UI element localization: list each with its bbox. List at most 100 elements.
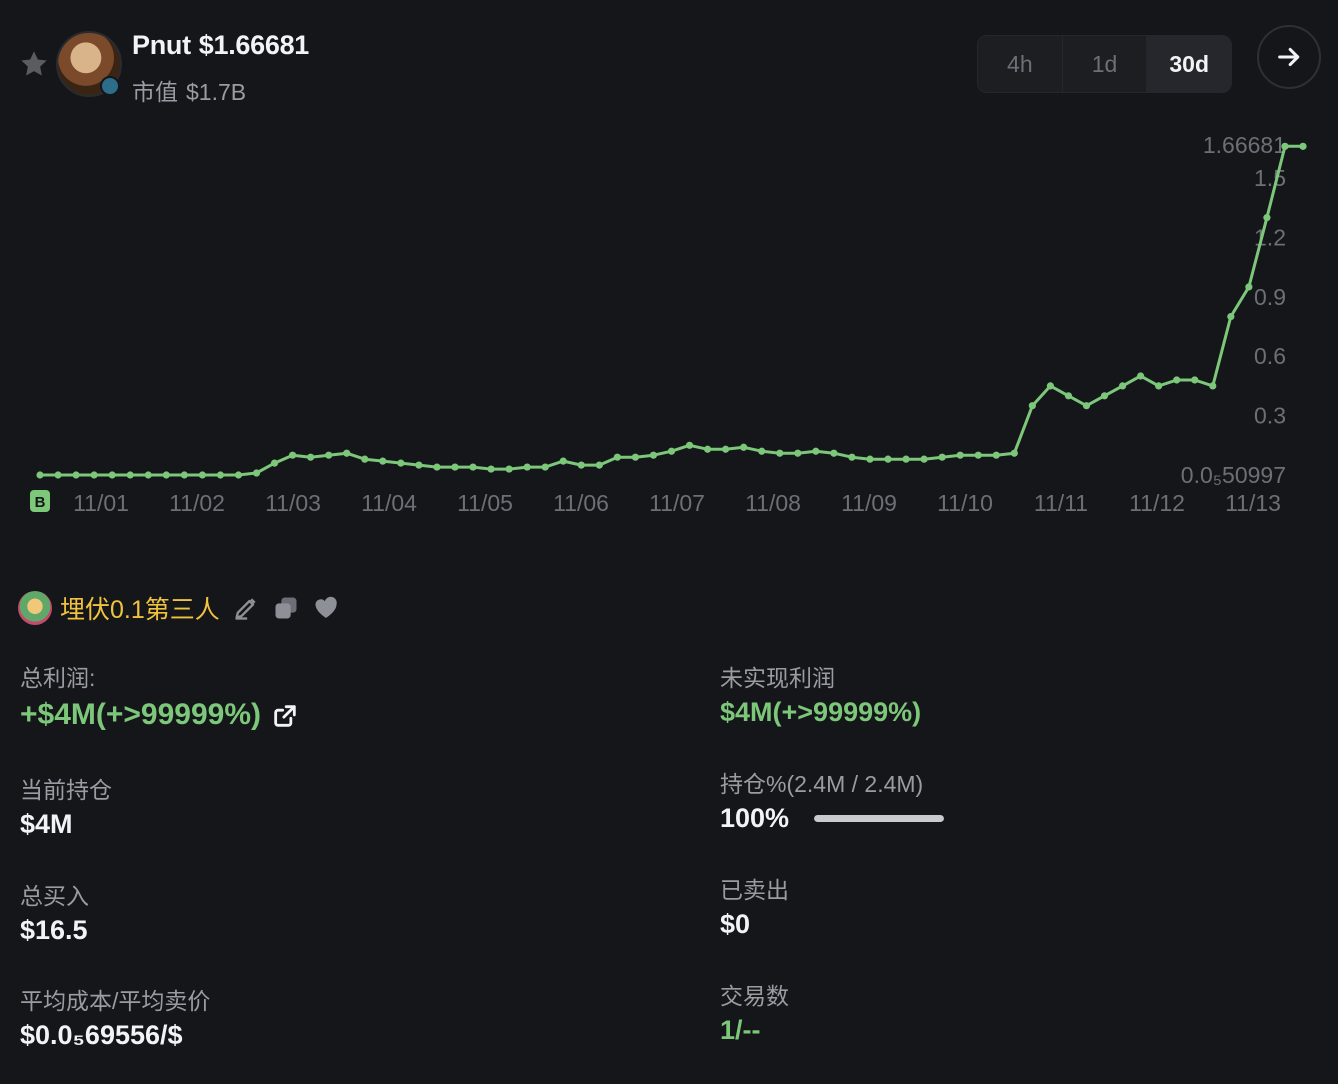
total-pnl-label: 总利润: <box>20 665 96 691</box>
y-tick-label: 1.66681 <box>1203 132 1286 158</box>
price-point <box>613 453 621 461</box>
price-point <box>72 471 80 479</box>
price-point <box>234 471 243 479</box>
price-point <box>1046 382 1054 390</box>
price-point <box>361 455 369 463</box>
price-point <box>758 447 766 455</box>
price-point <box>667 447 676 455</box>
price-point <box>956 451 964 459</box>
buy-marker: B <box>30 490 50 512</box>
wallet-name: 埋伏0.1第三人 <box>60 596 220 624</box>
price-point <box>1263 214 1271 222</box>
tx-count-value: 1/-- <box>720 1015 761 1045</box>
tx-count-label: 交易数 <box>720 983 789 1009</box>
x-tick-label: 11/02 <box>169 490 225 516</box>
price-point <box>469 463 477 471</box>
price-point <box>1281 142 1289 150</box>
unrealized-pnl-value: $4M(+>99999%) <box>720 697 922 727</box>
price-point <box>325 451 333 459</box>
y-tick-label: 0.6 <box>1254 343 1286 369</box>
price-point <box>270 459 279 467</box>
price-point <box>1227 313 1235 321</box>
price-point <box>1118 382 1127 390</box>
price-point <box>812 447 820 455</box>
price-point <box>848 453 856 461</box>
price-point <box>649 451 658 459</box>
copy-icon[interactable] <box>272 594 300 622</box>
x-tick-label: 11/10 <box>937 490 993 516</box>
chain-badge-icon <box>100 76 120 96</box>
sold-label: 已卖出 <box>720 877 789 903</box>
price-point <box>252 469 261 477</box>
price-point <box>884 455 892 463</box>
price-point <box>1209 382 1217 390</box>
tab-4h[interactable]: 4h <box>978 36 1063 92</box>
total-buy-label: 总买入 <box>20 883 89 909</box>
price-point <box>830 449 838 457</box>
price-point <box>144 471 152 479</box>
price-point <box>307 453 315 461</box>
price-chart: 1.666811.51.20.90.60.30.0₅50997 11/01 11/… <box>30 132 1307 516</box>
x-tick-label: 11/12 <box>1129 490 1185 516</box>
price-point <box>902 455 910 463</box>
price-point <box>559 457 567 465</box>
holding-pct-label: 持仓%(2.4M / 2.4M) <box>720 771 924 797</box>
y-tick-label: 0.3 <box>1254 403 1286 429</box>
x-tick-label: 11/08 <box>745 490 801 516</box>
holding-progress-bar <box>814 815 944 822</box>
arrow-right-icon <box>1278 47 1300 67</box>
external-link-icon[interactable] <box>271 702 299 730</box>
favorite-star-icon[interactable] <box>18 48 50 80</box>
price-point <box>451 463 459 471</box>
price-point <box>54 471 62 479</box>
price-point <box>794 449 802 457</box>
price-point <box>397 459 405 467</box>
price-point <box>1245 283 1253 291</box>
edit-icon[interactable] <box>232 594 260 622</box>
x-tick-label: 11/07 <box>649 490 705 516</box>
y-tick-label: 0.0₅50997 <box>1181 462 1286 488</box>
price-point <box>289 451 297 459</box>
price-point <box>1299 142 1307 150</box>
price-series-line <box>40 144 1303 477</box>
open-details-button[interactable] <box>1257 25 1321 89</box>
sold-value: $0 <box>720 909 751 939</box>
price-point <box>523 463 531 471</box>
heart-icon[interactable] <box>312 594 340 622</box>
tab-1d[interactable]: 1d <box>1063 36 1148 92</box>
price-point <box>1064 392 1073 400</box>
price-point <box>1137 372 1145 380</box>
price-point <box>740 443 748 451</box>
total-pnl-amount: +$4M(+>99999%) <box>20 698 261 731</box>
tab-30d[interactable]: 30d <box>1147 36 1231 92</box>
price-point <box>1100 392 1109 400</box>
market-cap-label: 市值 <box>132 79 178 105</box>
price-point <box>415 461 423 469</box>
x-tick-label: 11/03 <box>265 490 321 516</box>
x-tick-label: 11/06 <box>553 490 609 516</box>
price-point <box>505 465 513 473</box>
price-point <box>541 463 549 471</box>
price-point <box>1028 402 1036 410</box>
timeframe-tabs: 4h 1d 30d <box>977 35 1232 93</box>
y-tick-label: 1.5 <box>1254 165 1286 191</box>
holding-pct-value: 100% <box>720 803 790 833</box>
avg-cost-value: $0.0₅69556/$ <box>20 1020 183 1050</box>
price-point <box>1082 402 1091 410</box>
price-point <box>866 455 874 463</box>
price-point <box>126 471 134 479</box>
token-price: $1.66681 <box>198 30 310 60</box>
price-point <box>722 445 730 453</box>
market-cap-value: $1.7B <box>186 79 247 105</box>
total-pnl-value: +$4M(+>99999%) <box>20 698 299 732</box>
price-point <box>36 471 44 479</box>
x-tick-label: 11/11 <box>1034 490 1088 516</box>
price-point <box>631 453 640 461</box>
price-point <box>180 471 188 479</box>
price-point <box>577 461 585 469</box>
price-point <box>1155 382 1163 390</box>
x-tick-label: 11/01 <box>73 490 129 516</box>
x-tick-label: 11/04 <box>361 490 417 516</box>
price-point <box>433 463 441 471</box>
token-title: Pnut $1.66681 <box>132 30 309 61</box>
